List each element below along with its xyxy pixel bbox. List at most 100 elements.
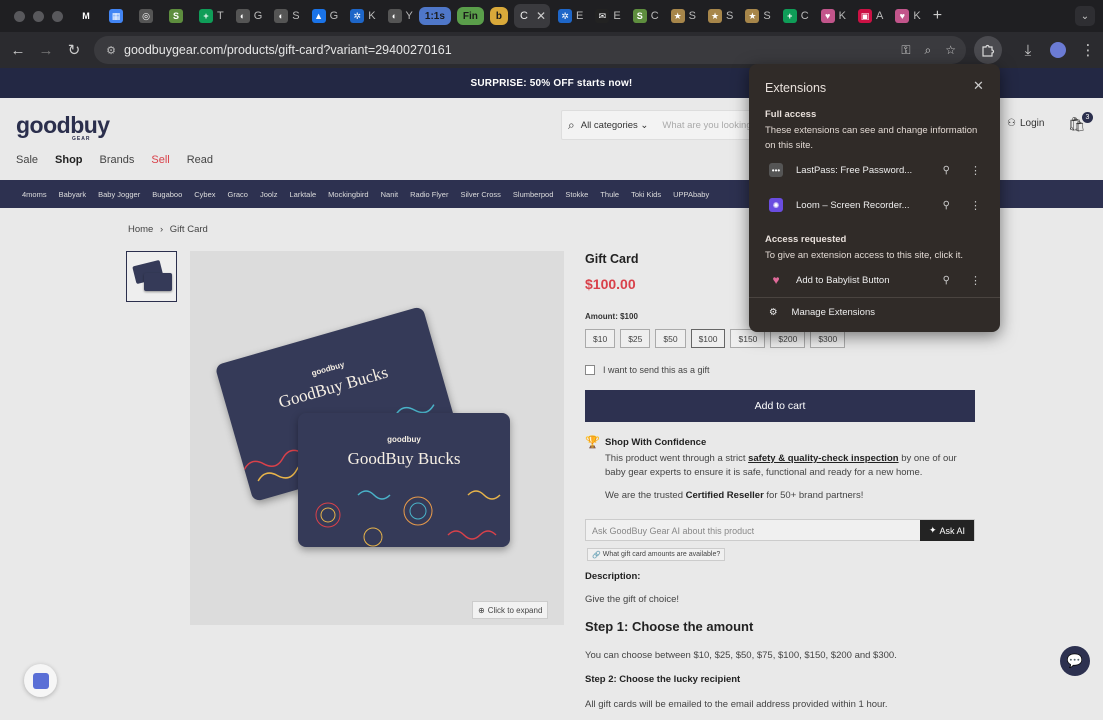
profile-avatar[interactable]: [1050, 42, 1066, 58]
nav-sale[interactable]: Sale: [16, 154, 38, 166]
password-key-icon[interactable]: ⚿: [901, 43, 910, 58]
nav-sell[interactable]: Sell: [151, 154, 169, 166]
ai-suggestion-chip[interactable]: 🔗 What gift card amounts are available?: [587, 548, 726, 561]
brand-link[interactable]: Mockingbird: [328, 190, 368, 199]
description-text: Give the gift of choice!: [585, 594, 679, 605]
tab-23[interactable]: ♥ K: [889, 4, 924, 28]
reload-icon[interactable]: ↻: [60, 36, 88, 64]
site-logo[interactable]: goodbuy GEAR: [16, 112, 110, 142]
chat-widget-button[interactable]: 💬: [1060, 646, 1090, 676]
brand-link[interactable]: Thule: [600, 190, 619, 199]
manage-extensions-button[interactable]: ⚙ Manage Extensions: [769, 307, 875, 318]
tab-19[interactable]: ★ S: [739, 4, 774, 28]
amount-option[interactable]: $100: [690, 329, 726, 348]
tab-21[interactable]: ♥ K: [815, 4, 850, 28]
brand-link[interactable]: 4moms: [22, 190, 47, 199]
tab-1[interactable]: ▦: [103, 4, 131, 28]
tab-group-11[interactable]: Fin: [456, 7, 484, 25]
tab-15[interactable]: ✉ E: [589, 4, 624, 28]
tab-17[interactable]: ★ S: [665, 4, 700, 28]
more-options-icon[interactable]: ⋮: [970, 164, 981, 177]
tab-search-button[interactable]: ⌄: [1075, 6, 1095, 26]
login-link[interactable]: ⚇ Login: [1007, 118, 1044, 129]
gift-checkbox[interactable]: [585, 365, 595, 375]
amount-option[interactable]: $10: [585, 329, 616, 348]
brand-link[interactable]: UPPAbaby: [673, 190, 709, 199]
back-icon[interactable]: ←: [4, 36, 32, 64]
zoom-icon[interactable]: ⌕: [925, 43, 932, 58]
inspection-link[interactable]: safety & quality-check inspection: [748, 453, 898, 464]
tab-3[interactable]: S: [163, 4, 191, 28]
close-icon[interactable]: ✕: [973, 78, 984, 94]
amount-option[interactable]: $50: [655, 329, 686, 348]
more-options-icon[interactable]: ⋮: [970, 199, 981, 212]
download-icon[interactable]: ⤓: [1016, 36, 1040, 64]
close-window-button[interactable]: [14, 10, 25, 22]
requested-extension-row[interactable]: ♥ Add to Babylist Button ⚲ ⋮: [765, 267, 987, 293]
tab-9[interactable]: ◐ Y: [382, 4, 417, 28]
category-select[interactable]: All categories ⌄: [581, 120, 649, 131]
minimize-window-button[interactable]: [33, 10, 44, 22]
tab-group-12[interactable]: b: [489, 7, 509, 25]
brand-link[interactable]: Graco: [228, 190, 248, 199]
new-tab-button[interactable]: +: [933, 7, 942, 25]
tab-20[interactable]: + C: [777, 4, 813, 28]
brand-link[interactable]: Baby Jogger: [98, 190, 140, 199]
search-input[interactable]: What are you looking: [662, 120, 751, 131]
extension-row[interactable]: ••• LastPass: Free Password... ⚲ ⋮: [765, 157, 987, 183]
nav-shop[interactable]: Shop: [55, 154, 83, 166]
tab-2[interactable]: ◎: [133, 4, 161, 28]
gift-label: I want to send this as a gift: [603, 365, 710, 375]
product-thumbnail[interactable]: [126, 251, 177, 302]
tab-13[interactable]: C ✕: [514, 4, 551, 28]
forward-icon[interactable]: →: [32, 36, 60, 64]
brand-link[interactable]: Slumberpod: [513, 190, 553, 199]
extension-row[interactable]: ✺ Loom – Screen Recorder... ⚲ ⋮: [765, 192, 987, 218]
send-as-gift-option[interactable]: I want to send this as a gift: [585, 365, 710, 375]
zoom-window-button[interactable]: [52, 10, 63, 22]
more-options-icon[interactable]: ⋮: [970, 274, 981, 287]
nav-read[interactable]: Read: [187, 154, 213, 166]
site-info-icon[interactable]: ⚙: [100, 44, 122, 57]
brand-link[interactable]: Silver Cross: [460, 190, 500, 199]
url-text[interactable]: goodbuygear.com/products/gift-card?varia…: [124, 43, 452, 57]
brand-link[interactable]: Nanit: [381, 190, 399, 199]
address-bar[interactable]: ⚙ goodbuygear.com/products/gift-card?var…: [94, 36, 966, 64]
browser-menu-icon[interactable]: ⋮: [1076, 36, 1100, 64]
nav-brands[interactable]: Brands: [100, 154, 135, 166]
search-icon[interactable]: ⌕: [568, 118, 575, 133]
pin-icon[interactable]: ⚲: [943, 165, 950, 176]
tab-14[interactable]: ✲ E: [552, 4, 587, 28]
tab-0[interactable]: M: [73, 4, 101, 28]
brand-link[interactable]: Babyark: [59, 190, 87, 199]
brand-link[interactable]: Joolz: [260, 190, 278, 199]
bookmark-star-icon[interactable]: ☆: [945, 43, 956, 57]
click-to-expand-button[interactable]: ⊕ Click to expand: [472, 601, 549, 619]
pin-icon[interactable]: ⚲: [943, 275, 950, 286]
tab-5[interactable]: ◐ G: [230, 4, 267, 28]
breadcrumb-home[interactable]: Home: [128, 224, 153, 235]
brand-link[interactable]: Toki Kids: [631, 190, 661, 199]
extensions-button[interactable]: [974, 36, 1002, 64]
ask-ai-input[interactable]: Ask GoodBuy Gear AI about this product: [592, 526, 754, 536]
amount-option[interactable]: $25: [620, 329, 651, 348]
brand-link[interactable]: Bugaboo: [152, 190, 182, 199]
close-tab-icon[interactable]: ✕: [536, 9, 546, 23]
shop-app-badge[interactable]: [24, 664, 57, 697]
tab-4[interactable]: + T: [193, 4, 228, 28]
tab-16[interactable]: SC: [627, 4, 663, 28]
brand-link[interactable]: Stokke: [565, 190, 588, 199]
tab-8[interactable]: ✲ K: [344, 4, 379, 28]
tab-7[interactable]: ▲ G: [306, 4, 343, 28]
product-image[interactable]: goodbuy GoodBuy Bucks goodbuy GoodBuy Bu…: [190, 251, 564, 625]
brand-link[interactable]: Cybex: [194, 190, 215, 199]
ask-ai-button[interactable]: ✦ Ask AI: [920, 520, 974, 541]
tab-18[interactable]: ★ S: [702, 4, 737, 28]
tab-group-10[interactable]: 1:1s: [418, 7, 451, 25]
tab-6[interactable]: ◐ S: [268, 4, 303, 28]
add-to-cart-button[interactable]: Add to cart: [585, 390, 975, 422]
pin-icon[interactable]: ⚲: [943, 200, 950, 211]
tab-22[interactable]: ▣ A: [852, 4, 887, 28]
brand-link[interactable]: Radio Flyer: [410, 190, 448, 199]
brand-link[interactable]: Larktale: [289, 190, 316, 199]
